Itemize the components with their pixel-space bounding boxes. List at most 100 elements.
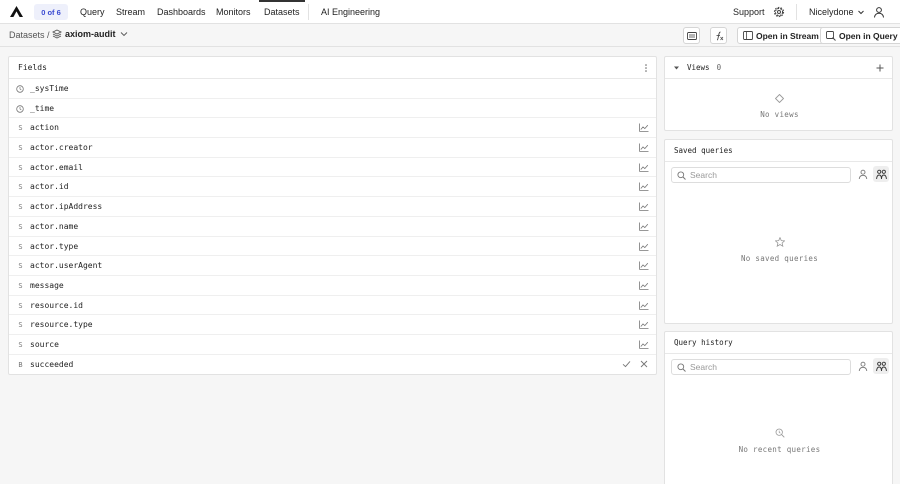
toggle-panel-button[interactable] (683, 27, 700, 44)
saved-queries-empty-text: No saved queries (740, 254, 819, 263)
query-history-search[interactable] (671, 359, 851, 375)
field-row[interactable]: Sactor.id (9, 177, 656, 198)
filter-true-check-icon[interactable] (622, 360, 631, 368)
field-name: actor.id (30, 182, 69, 192)
field-name: message (30, 280, 64, 290)
saved-queries-search[interactable] (671, 167, 851, 183)
visualize-chart-icon[interactable] (639, 340, 649, 349)
dataset-selector[interactable]: axiom-audit (52, 29, 129, 39)
field-row[interactable]: Sactor.creator (9, 138, 656, 158)
ai-engineering-link[interactable]: AI Engineering (321, 0, 380, 24)
field-type-badge: S (18, 163, 23, 172)
field-row[interactable]: Smessage (9, 276, 656, 296)
saved-queries-search-input[interactable] (690, 170, 840, 180)
nav-stream[interactable]: Stream (116, 0, 157, 24)
field-name: actor.userAgent (30, 261, 103, 271)
add-view-plus-icon[interactable] (876, 64, 884, 72)
field-name: resource.id (30, 300, 83, 310)
query-search-icon (826, 30, 836, 41)
field-name: resource.type (30, 320, 93, 330)
field-row[interactable]: Sactor.ipAddress (9, 197, 656, 217)
nav-datasets[interactable]: Datasets (259, 0, 305, 24)
field-row[interactable]: Sactor.name (9, 217, 656, 237)
query-history-panel: Query history No recent queries (664, 331, 893, 484)
field-row[interactable]: Sresource.type (9, 315, 656, 335)
field-row[interactable]: _time (9, 99, 656, 119)
visualize-chart-icon[interactable] (639, 202, 649, 211)
nav-query[interactable]: Query (80, 0, 116, 24)
field-name: actor.email (30, 162, 83, 172)
visualize-chart-icon[interactable] (639, 163, 649, 172)
views-count: 0 (716, 63, 722, 72)
nav-monitors[interactable]: Monitors (216, 0, 259, 24)
onboarding-progress-badge[interactable]: 0 of 6 (34, 4, 68, 20)
open-in-query-label: Open in Query (839, 30, 898, 41)
open-in-stream-button[interactable]: Open in Stream (737, 27, 825, 44)
more-options-icon[interactable] (644, 63, 648, 73)
query-history-empty-text: No recent queries (738, 445, 821, 454)
field-type-badge: S (18, 340, 23, 349)
nav-query-label: Query (80, 7, 105, 17)
visualize-chart-icon[interactable] (639, 281, 649, 290)
open-in-query-button[interactable]: Open in Query (820, 27, 900, 44)
field-name: succeeded (30, 359, 74, 369)
filter-mine-user-icon[interactable] (858, 361, 868, 372)
org-switcher[interactable]: Nicelydone (809, 0, 865, 24)
field-row[interactable]: _sysTime (9, 79, 656, 99)
field-type-badge: S (18, 301, 23, 310)
visualize-chart-icon[interactable] (639, 123, 649, 133)
breadcrumb-datasets-link[interactable]: Datasets / (9, 30, 50, 40)
visualize-chart-icon[interactable] (639, 320, 649, 330)
field-type-badge: B (18, 360, 23, 369)
field-row[interactable]: Sactor.type (9, 237, 656, 257)
field-name: actor.name (30, 221, 79, 231)
field-type-badge: S (18, 262, 23, 271)
field-type-badge: S (18, 321, 23, 330)
query-history-header: Query history (665, 332, 892, 354)
visualize-chart-icon[interactable] (639, 261, 649, 270)
field-row[interactable]: Saction (9, 118, 656, 139)
views-header[interactable]: Views 0 (665, 57, 892, 79)
field-name: _time (30, 103, 55, 113)
field-row[interactable]: Ssource (9, 335, 656, 355)
visualize-chart-icon[interactable] (639, 301, 649, 310)
chevron-down-icon (857, 10, 864, 15)
nav-dashboards[interactable]: Dashboards (157, 0, 216, 24)
visualize-chart-icon[interactable] (639, 182, 649, 192)
settings-gear-icon[interactable] (773, 6, 785, 18)
nav-datasets-label: Datasets (264, 7, 300, 17)
field-type-badge: S (18, 144, 23, 153)
support-link[interactable]: Support (733, 0, 765, 24)
visualize-chart-icon[interactable] (639, 242, 649, 251)
saved-queries-empty-state: No saved queries (665, 237, 894, 263)
visualize-chart-icon[interactable] (639, 222, 649, 231)
filter-false-x-icon[interactable] (640, 360, 648, 368)
saved-queries-title: Saved queries (674, 146, 733, 155)
field-type-badge: S (18, 222, 23, 231)
visualize-chart-icon[interactable] (639, 143, 649, 152)
axiom-logo-icon[interactable] (10, 6, 23, 17)
field-row[interactable]: Sactor.email (9, 158, 656, 178)
field-type-badge: S (18, 203, 23, 212)
user-profile-icon[interactable] (873, 6, 885, 18)
fields-header: Fields (9, 57, 656, 79)
field-name: actor.type (30, 241, 79, 251)
views-panel: Views 0 No views (664, 56, 893, 131)
field-row[interactable]: Sactor.userAgent (9, 256, 656, 276)
views-empty-state: No views (665, 94, 894, 119)
query-history-title: Query history (674, 338, 733, 347)
support-label: Support (733, 7, 765, 17)
clock-type-icon (16, 85, 25, 93)
filter-mine-user-icon[interactable] (858, 169, 868, 180)
filter-all-users-icon[interactable] (873, 358, 889, 374)
search-icon (677, 362, 686, 372)
collapse-caret-icon[interactable] (673, 65, 680, 71)
query-history-search-input[interactable] (690, 362, 840, 372)
formula-button[interactable] (710, 27, 727, 44)
nav-divider (308, 4, 309, 20)
history-search-icon (775, 428, 785, 438)
field-row[interactable]: Sresource.id (9, 296, 656, 316)
filter-all-users-icon[interactable] (873, 166, 889, 182)
field-row[interactable]: Bsucceeded (9, 355, 656, 375)
field-type-badge: S (18, 124, 23, 133)
